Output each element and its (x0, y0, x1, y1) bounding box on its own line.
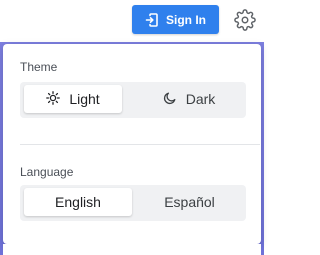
theme-option-label: Dark (185, 91, 216, 107)
gear-icon[interactable] (234, 9, 256, 31)
language-option-label: Español (164, 194, 215, 210)
section-divider (20, 144, 260, 145)
sign-in-button[interactable]: Sign In (132, 5, 219, 34)
theme-label: Theme (20, 60, 58, 74)
theme-option-light[interactable]: Light (24, 85, 122, 113)
top-bar: Sign In (0, 0, 264, 42)
language-option-label: English (55, 194, 101, 210)
sign-in-label: Sign In (166, 12, 206, 27)
sun-icon (46, 90, 61, 108)
sign-in-icon (145, 12, 159, 27)
theme-option-label: Light (69, 91, 100, 107)
language-option-english[interactable]: English (24, 188, 132, 216)
language-selector: English Español (20, 185, 246, 221)
theme-option-dark[interactable]: Dark (136, 85, 242, 113)
moon-icon (163, 91, 177, 108)
panel-footer-strip (3, 244, 261, 255)
theme-selector: Light Dark (20, 82, 246, 118)
language-option-espanol[interactable]: Español (137, 188, 242, 216)
settings-panel: Theme Light Dark Language English Españo… (3, 44, 261, 244)
language-label: Language (20, 165, 74, 179)
